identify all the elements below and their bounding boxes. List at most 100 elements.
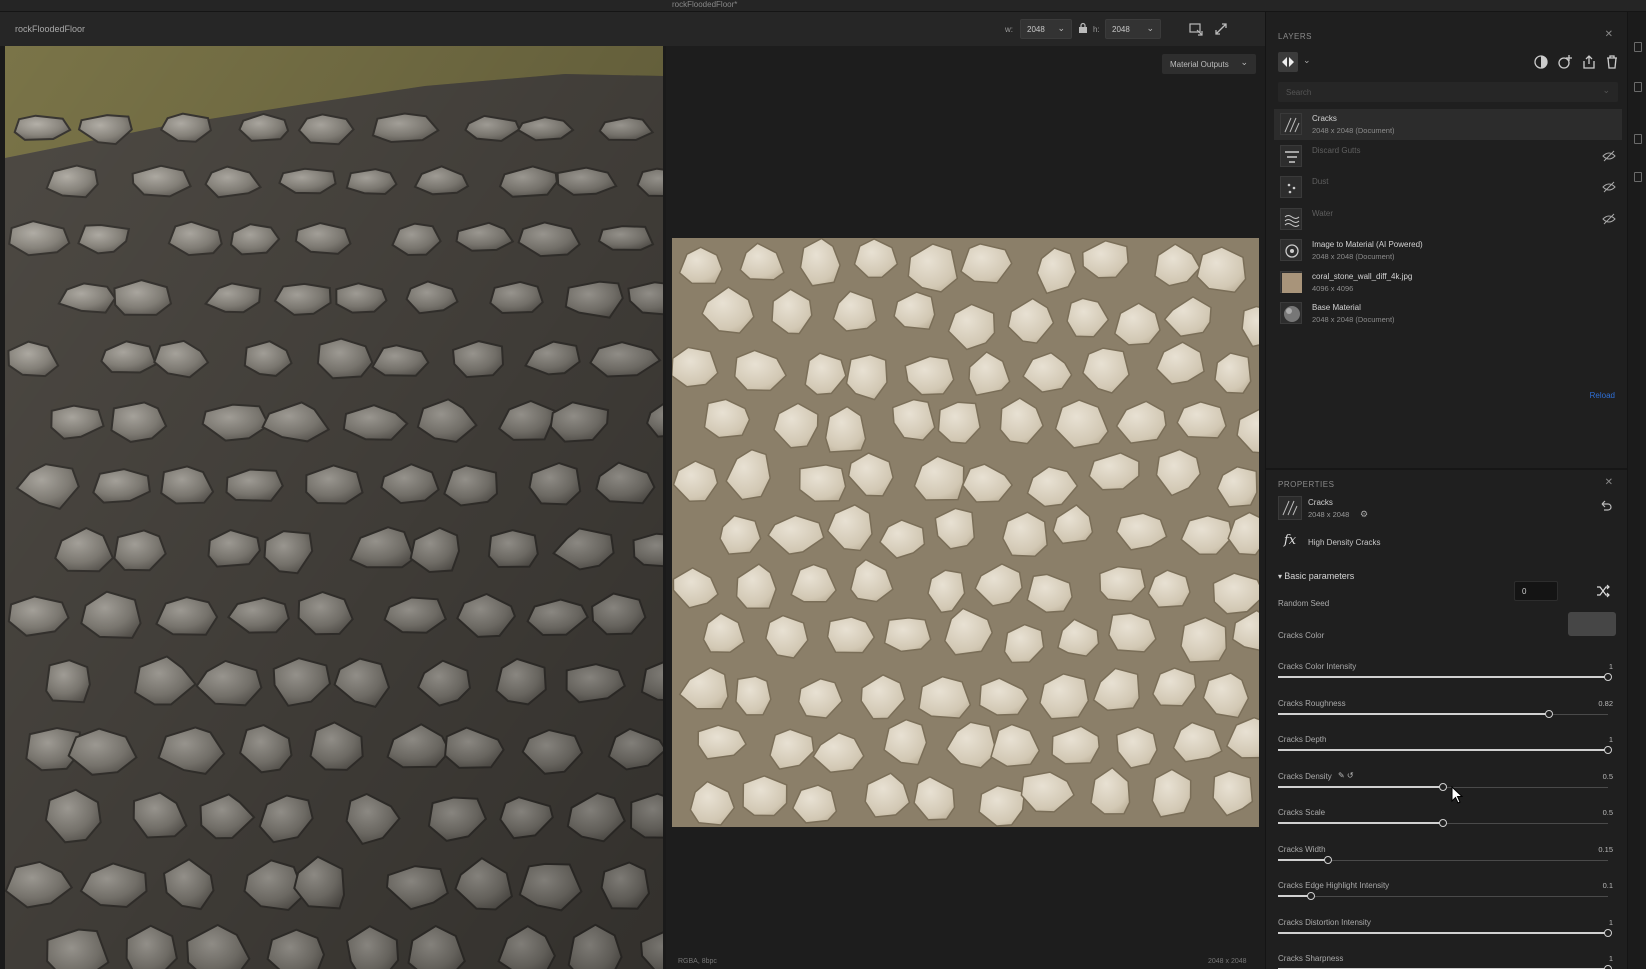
title-bar: rockFloodedFloor*: [0, 0, 1646, 12]
random-seed-label: Random Seed: [1278, 599, 1330, 608]
panel-toggle-icon[interactable]: [1634, 172, 1642, 182]
mask-icon[interactable]: [1533, 54, 1549, 70]
stone: [883, 617, 932, 653]
param-slider[interactable]: [1278, 782, 1608, 792]
settings-gear-icon[interactable]: ⚙: [1360, 509, 1368, 520]
water-icon: [1280, 208, 1302, 230]
slider-fill: [1278, 858, 1328, 861]
cracks-color-swatch[interactable]: [1568, 612, 1616, 636]
chevron-down-icon: ⌄: [1146, 23, 1154, 33]
param-value[interactable]: 0.82: [1598, 699, 1613, 708]
cracks-color-label: Cracks Color: [1278, 631, 1325, 640]
param-slider[interactable]: [1278, 709, 1608, 719]
random-seed-input[interactable]: 0: [1514, 581, 1558, 601]
basic-parameters-toggle[interactable]: ▾ Basic parameters: [1278, 571, 1354, 581]
param-label: Cracks Sharpness: [1278, 954, 1344, 963]
shuffle-icon[interactable]: [1596, 584, 1610, 598]
texture-preview[interactable]: [672, 238, 1259, 827]
eye-off-icon[interactable]: [1602, 181, 1616, 193]
slider-fill: [1278, 749, 1608, 751]
param-slider[interactable]: [1278, 855, 1608, 865]
slider-knob[interactable]: [1323, 855, 1332, 864]
layer-row[interactable]: Cracks 2048 x 2048 (Document): [1274, 109, 1622, 140]
param-slider[interactable]: [1278, 928, 1612, 938]
export-icon[interactable]: [1581, 54, 1597, 70]
slider-knob[interactable]: [1544, 709, 1553, 718]
layer-name: Water: [1312, 209, 1334, 218]
pin-icon[interactable]: ✎ ↺: [1338, 771, 1354, 780]
layers-header: LAYERS: [1278, 32, 1312, 41]
stone: [1176, 401, 1227, 439]
close-icon[interactable]: ✕: [1605, 477, 1613, 488]
param-value[interactable]: 0.15: [1598, 845, 1613, 854]
param-slider[interactable]: [1278, 892, 1608, 901]
layer-row[interactable]: Image to Material (AI Powered) 2048 x 204…: [1274, 235, 1622, 266]
panel-toggle-icon[interactable]: [1634, 134, 1642, 144]
lock-icon[interactable]: [1078, 22, 1088, 34]
add-filter-icon[interactable]: [1557, 54, 1573, 70]
eye-off-icon[interactable]: [1602, 150, 1616, 162]
panel-toggle-icon[interactable]: [1634, 82, 1642, 92]
viewport-doc-name: rockFloodedFloor: [15, 24, 86, 34]
layer-search-input[interactable]: Search ⌄: [1278, 82, 1618, 102]
stone: [798, 464, 847, 503]
2d-viewport[interactable]: Material Outputs ⌄ RGBA, 8bpc 2048 x 204…: [666, 46, 1265, 969]
fullscreen-icon[interactable]: [1212, 20, 1230, 38]
layer-name: Dust: [1312, 177, 1329, 186]
reload-link[interactable]: Reload: [1590, 391, 1615, 400]
slider-knob[interactable]: [1604, 746, 1612, 754]
reset-icon[interactable]: [1599, 499, 1613, 513]
layer-row[interactable]: Discard Gutts: [1274, 141, 1622, 172]
blend-icon: [1282, 57, 1294, 67]
filter-icon: [1280, 145, 1302, 167]
slider-knob[interactable]: [1604, 673, 1612, 681]
param-value[interactable]: 0.5: [1603, 808, 1613, 817]
layer-row[interactable]: Dust: [1274, 172, 1622, 203]
layer-name: coral_stone_wall_diff_4k.jpg: [1312, 272, 1413, 281]
slider-knob[interactable]: [1604, 928, 1612, 937]
param-label: Cracks Depth: [1278, 735, 1327, 744]
layer-row[interactable]: Base Material 2048 x 2048 (Document): [1274, 298, 1622, 329]
width-select[interactable]: 2048 ⌄: [1020, 19, 1072, 39]
panel-toggle-icon[interactable]: [1634, 42, 1642, 52]
param-value[interactable]: 1: [1609, 918, 1613, 927]
param-slider[interactable]: [1278, 746, 1612, 755]
property-target: Cracks 2048 x 2048 ⚙: [1278, 496, 1618, 522]
slider-knob[interactable]: [1439, 819, 1447, 827]
param-label: Cracks Color Intensity: [1278, 662, 1357, 671]
eye-off-icon[interactable]: [1602, 213, 1616, 225]
format-label: RGBA, 8bpc: [678, 958, 717, 965]
param-value[interactable]: 1: [1609, 954, 1613, 963]
param-value[interactable]: 1: [1609, 735, 1613, 744]
chevron-down-icon: ⌄: [1240, 57, 1248, 67]
stone: [1151, 768, 1192, 818]
param-label: Cracks Roughness: [1278, 698, 1346, 708]
trash-icon[interactable]: [1604, 54, 1620, 70]
param-label: Cracks Edge Highlight Intensity: [1278, 881, 1390, 890]
slider-knob[interactable]: [1439, 782, 1447, 791]
stone: [1212, 572, 1259, 615]
layer-size: 2048 x 2048 (Document): [1312, 252, 1395, 261]
param-slider[interactable]: [1278, 673, 1612, 682]
slider-knob[interactable]: [1307, 892, 1315, 900]
height-select[interactable]: 2048 ⌄: [1105, 19, 1161, 39]
slider-knob[interactable]: [1604, 965, 1612, 969]
layer-size: 2048 x 2048 (Document): [1312, 315, 1395, 324]
close-icon[interactable]: ✕: [1605, 29, 1613, 40]
screenshot-icon[interactable]: [1188, 20, 1206, 38]
slider-fill: [1278, 712, 1549, 715]
slider-fill: [1278, 676, 1608, 678]
material-outputs-dropdown[interactable]: Material Outputs ⌄: [1162, 54, 1256, 74]
layer-row[interactable]: Water: [1274, 204, 1622, 235]
chevron-down-icon[interactable]: ⌄: [1303, 55, 1311, 66]
stone: [735, 675, 772, 716]
param-value[interactable]: 0.1: [1603, 881, 1613, 890]
3d-viewport[interactable]: [5, 46, 663, 969]
material-outputs-label: Material Outputs: [1170, 60, 1229, 69]
param-value[interactable]: 1: [1609, 662, 1613, 671]
param-slider[interactable]: [1278, 819, 1608, 828]
param-value[interactable]: 0.5: [1603, 772, 1613, 781]
blend-mode-button[interactable]: [1278, 52, 1298, 72]
layer-row[interactable]: coral_stone_wall_diff_4k.jpg 4096 x 4096: [1274, 267, 1622, 298]
width-label: w:: [1005, 25, 1013, 34]
